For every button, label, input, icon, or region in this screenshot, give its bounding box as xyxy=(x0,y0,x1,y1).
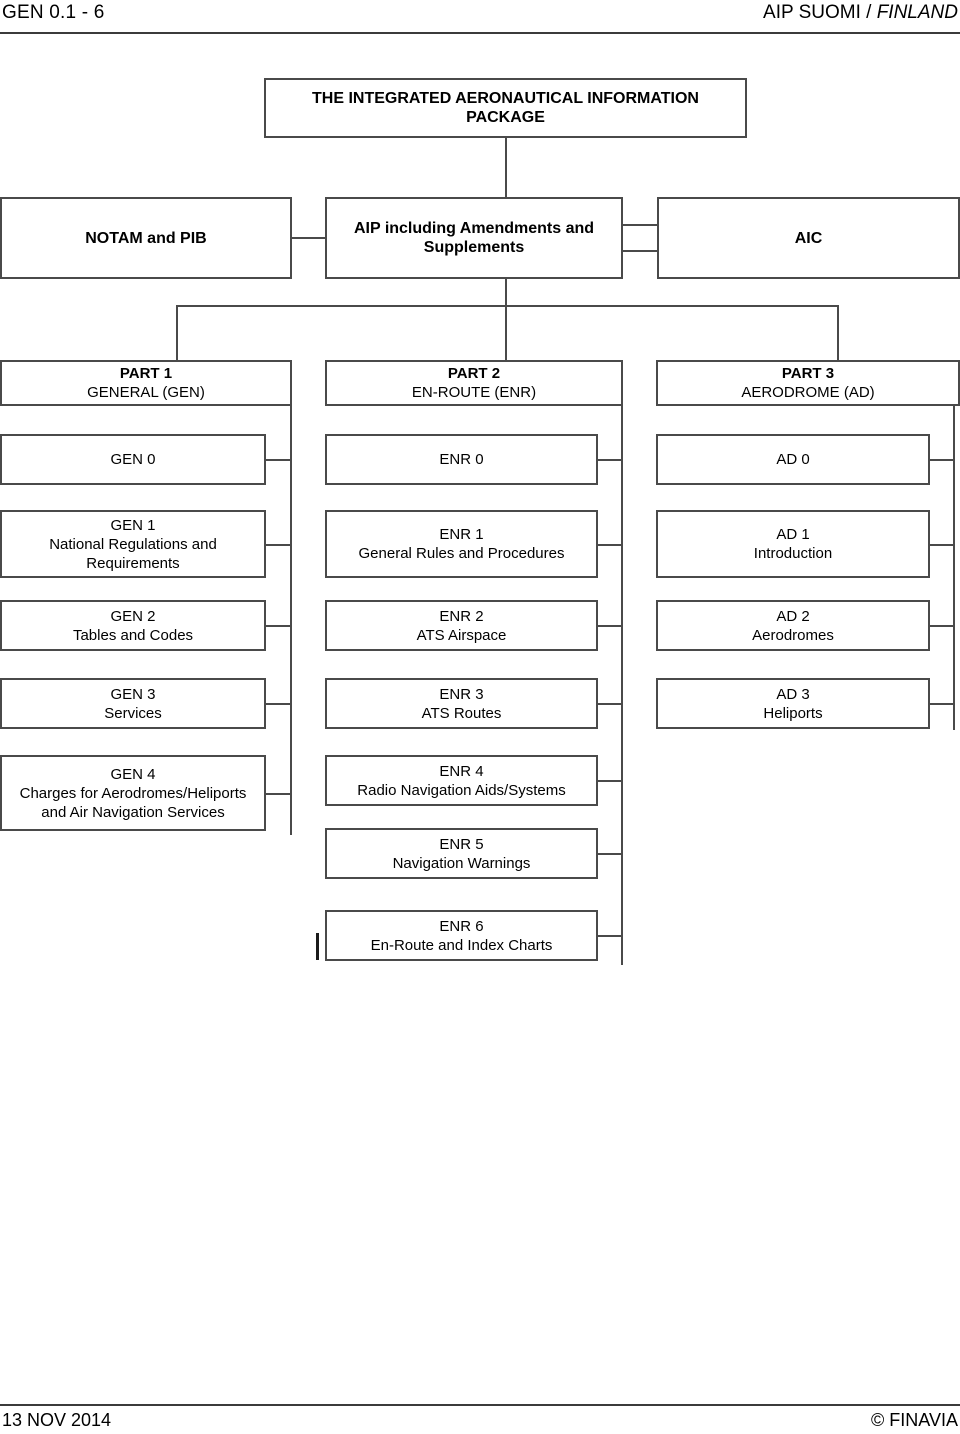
footer-effective-date: 13 NOV 2014 xyxy=(2,1410,112,1430)
connector-title-to-aip xyxy=(505,138,507,197)
node-aic: AIC xyxy=(657,197,960,279)
connector-branch-part3 xyxy=(837,305,839,361)
node-notam-and-pib-label: NOTAM and PIB xyxy=(85,229,207,247)
node-part-1: PART 1 GENERAL (GEN) xyxy=(0,360,292,406)
node-gen-0: GEN 0 xyxy=(0,434,266,485)
node-aip-amendments-line2: Supplements xyxy=(423,239,525,256)
stub-gen-1 xyxy=(265,544,292,546)
node-gen-4-line1: GEN 4 xyxy=(110,765,156,783)
node-gen-3-line1: GEN 3 xyxy=(110,685,156,703)
node-aip-amendments-line1: AIP including Amendments and xyxy=(353,220,595,237)
stub-ad-3 xyxy=(929,703,955,705)
node-gen-1-line3: Requirements xyxy=(86,554,180,572)
stub-enr-0 xyxy=(597,459,623,461)
node-enr-5-line2: Navigation Warnings xyxy=(392,854,531,872)
node-enr-0: ENR 0 xyxy=(325,434,598,485)
node-part-3-line1: PART 3 xyxy=(781,365,835,382)
node-aic-label: AIC xyxy=(794,229,823,247)
stub-enr-6 xyxy=(597,935,623,937)
stub-enr-5 xyxy=(597,853,623,855)
node-notam-and-pib: NOTAM and PIB xyxy=(0,197,292,279)
node-gen-4-line2: Charges for Aerodromes/Heliports xyxy=(19,784,247,802)
node-gen-3-line2: Services xyxy=(104,704,162,722)
stub-gen-4 xyxy=(265,793,292,795)
stub-gen-0 xyxy=(265,459,292,461)
node-enr-3: ENR 3 ATS Routes xyxy=(325,678,598,729)
node-gen-2-line2: Tables and Codes xyxy=(72,626,194,644)
node-enr-2: ENR 2 ATS Airspace xyxy=(325,600,598,651)
node-gen-2: GEN 2 Tables and Codes xyxy=(0,600,266,651)
connector-branch-part1 xyxy=(176,305,178,361)
node-gen-4: GEN 4 Charges for Aerodromes/Heliports a… xyxy=(0,755,266,831)
node-aip-amendments: AIP including Amendments and Supplements xyxy=(325,197,623,279)
node-part-3-line2: AERODROME (AD) xyxy=(741,384,875,401)
node-enr-2-line2: ATS Airspace xyxy=(416,626,507,644)
stub-enr-2 xyxy=(597,625,623,627)
node-ad-2: AD 2 Aerodromes xyxy=(656,600,930,651)
node-integrated-package-label: THE INTEGRATED AERONAUTICAL INFORMATION … xyxy=(312,90,699,126)
node-gen-1: GEN 1 National Regulations and Requireme… xyxy=(0,510,266,578)
node-gen-2-line1: GEN 2 xyxy=(110,607,156,625)
node-enr-1-line1: ENR 1 xyxy=(439,526,484,543)
node-enr-5-line1: ENR 5 xyxy=(439,835,484,853)
connector-aip-to-aic-lower xyxy=(623,250,658,252)
node-part-3: PART 3 AERODROME (AD) xyxy=(656,360,960,406)
node-ad-3-line2: Heliports xyxy=(763,704,823,722)
stub-ad-2 xyxy=(929,625,955,627)
connector-aip-to-aic-upper xyxy=(623,224,658,226)
node-gen-3: GEN 3 Services xyxy=(0,678,266,729)
node-ad-1: AD 1 Introduction xyxy=(656,510,930,578)
connector-notam-to-aip xyxy=(291,237,326,239)
node-enr-2-line1: ENR 2 xyxy=(439,607,484,625)
connector-branch-part2 xyxy=(505,305,507,361)
node-enr-3-line1: ENR 3 xyxy=(439,685,484,703)
node-gen-0-line1: GEN 0 xyxy=(110,451,156,468)
node-gen-4-line3: and Air Navigation Services xyxy=(41,803,225,821)
node-ad-0-line1: AD 0 xyxy=(776,451,810,468)
node-part-2-line2: EN-ROUTE (ENR) xyxy=(411,384,537,401)
node-part-1-line2: GENERAL (GEN) xyxy=(87,384,205,401)
node-gen-1-line1: GEN 1 xyxy=(110,516,156,534)
connector-aip-to-parts xyxy=(505,279,507,306)
page-footer: 13 NOV 2014 © FINAVIA xyxy=(0,1404,960,1434)
stub-enr-4 xyxy=(597,780,623,782)
node-enr-1-line2: General Rules and Procedures xyxy=(358,545,565,562)
node-enr-0-line1: ENR 0 xyxy=(439,451,484,468)
stub-enr-1 xyxy=(597,544,623,546)
node-enr-4: ENR 4 Radio Navigation Aids/Systems xyxy=(325,755,598,806)
node-gen-1-line2: National Regulations and xyxy=(49,535,217,553)
connector-parts-branch-horizontal xyxy=(176,305,839,307)
aip-structure-diagram: THE INTEGRATED AERONAUTICAL INFORMATION … xyxy=(0,0,960,1000)
node-enr-6-line2: En-Route and Index Charts xyxy=(370,936,553,954)
node-enr-4-line2: Radio Navigation Aids/Systems xyxy=(357,781,566,799)
node-enr-6: ENR 6 En-Route and Index Charts xyxy=(325,910,598,961)
node-integrated-package: THE INTEGRATED AERONAUTICAL INFORMATION … xyxy=(264,78,747,138)
spine-enr-column xyxy=(621,360,623,965)
node-ad-1-line1: AD 1 xyxy=(776,526,810,543)
node-enr-5: ENR 5 Navigation Warnings xyxy=(325,828,598,879)
footer-copyright: © FINAVIA xyxy=(871,1410,958,1430)
stub-ad-0 xyxy=(929,459,955,461)
node-ad-3: AD 3 Heliports xyxy=(656,678,930,729)
stub-gen-2 xyxy=(265,625,292,627)
node-enr-1: ENR 1 General Rules and Procedures xyxy=(325,510,598,578)
node-ad-0: AD 0 xyxy=(656,434,930,485)
stub-ad-1 xyxy=(929,544,955,546)
node-enr-3-line2: ATS Routes xyxy=(421,704,502,722)
node-part-2: PART 2 EN-ROUTE (ENR) xyxy=(325,360,623,406)
node-ad-2-line2: Aerodromes xyxy=(752,626,834,644)
stub-gen-3 xyxy=(265,703,292,705)
node-ad-2-line1: AD 2 xyxy=(776,607,810,625)
node-enr-4-line1: ENR 4 xyxy=(439,762,484,780)
stub-enr-3 xyxy=(597,703,623,705)
spine-gen-column xyxy=(290,360,292,835)
node-part-1-line1: PART 1 xyxy=(119,365,173,382)
node-ad-1-line2: Introduction xyxy=(753,545,833,562)
node-enr-6-line1: ENR 6 xyxy=(439,917,484,935)
node-ad-3-line1: AD 3 xyxy=(776,685,810,703)
change-bar-enr-6 xyxy=(316,933,319,960)
node-part-2-line1: PART 2 xyxy=(447,365,501,382)
